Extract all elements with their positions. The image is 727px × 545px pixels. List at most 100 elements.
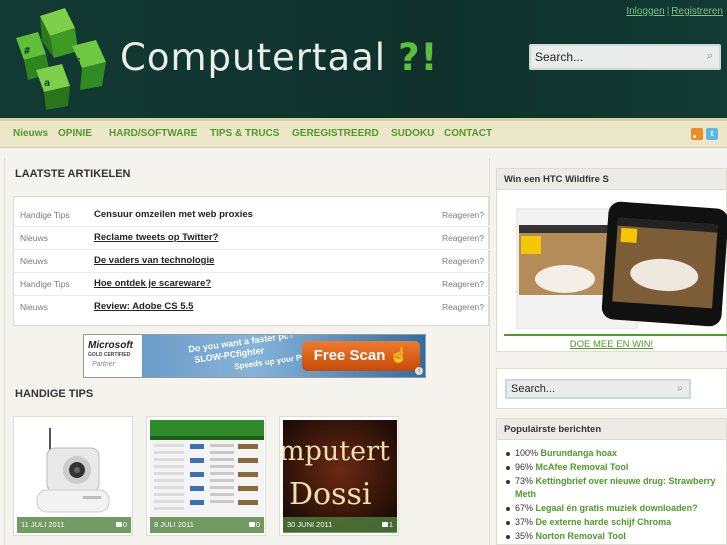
main-nav: Nieuws OPINIE HARD/SOFTWARE TIPS & TRUCS… bbox=[0, 118, 727, 148]
comment-icon bbox=[381, 522, 388, 527]
promo-link[interactable]: DOE MEE EN WIN! bbox=[497, 339, 726, 350]
register-link[interactable]: Registreren bbox=[671, 6, 723, 17]
popular-post-link[interactable]: De externe harde schijf Chroma bbox=[536, 517, 672, 527]
handy-tips-title: HANDIGE TIPS bbox=[15, 388, 94, 400]
popularity-percent: 100% bbox=[515, 448, 539, 458]
latest-articles-title: LAATSTE ARTIKELEN bbox=[15, 168, 131, 180]
rss-icon[interactable] bbox=[691, 128, 703, 140]
article-react-link[interactable]: Reageren? bbox=[442, 256, 484, 266]
search-icon[interactable]: ⌕ bbox=[677, 383, 683, 394]
promo-widget: Win een HTC Wildfire S DOE MEE EN WIN! bbox=[496, 168, 727, 352]
popular-posts-widget: Populairste berichten 100% Burundanga ho… bbox=[496, 418, 727, 545]
list-item: 73% Kettingbrief over nieuwe drug: Straw… bbox=[505, 475, 725, 501]
svg-text:#: # bbox=[24, 46, 30, 57]
widget-header: Win een HTC Wildfire S bbox=[497, 169, 726, 190]
sidebar-search: ⌕ bbox=[505, 379, 691, 399]
htc-phone-image bbox=[516, 201, 727, 329]
svg-text:Dossi: Dossi bbox=[289, 477, 372, 512]
article-row: Nieuws Review: Adobe CS 5.5 Reageren? bbox=[14, 296, 490, 319]
tip-card[interactable]: 8 JULI 2011 0 bbox=[146, 416, 266, 536]
card-comments: 0 bbox=[248, 520, 260, 529]
popular-post-link[interactable]: Burundanga hoax bbox=[541, 448, 618, 458]
ad-banner[interactable]: Microsoft GOLD CERTIFIED Partner Do you … bbox=[83, 334, 426, 378]
auth-links: Inloggen | Registreren bbox=[626, 6, 723, 17]
cursor-hand-icon: ☝ bbox=[389, 347, 409, 364]
article-category: Handige Tips bbox=[20, 210, 70, 220]
card-comment-count: 0 bbox=[122, 520, 127, 529]
article-category: Handige Tips bbox=[20, 279, 70, 289]
list-item: 100% Burundanga hoax bbox=[505, 447, 725, 460]
svg-text::: : bbox=[76, 55, 82, 66]
comment-icon bbox=[248, 522, 255, 527]
card-meta-bar: 8 JULI 2011 0 bbox=[150, 517, 264, 533]
card-date: 11 JULI 2011 bbox=[21, 520, 65, 529]
article-react-link[interactable]: Reageren? bbox=[442, 233, 484, 243]
popular-list: 100% Burundanga hoax 96% McAfee Removal … bbox=[505, 447, 725, 544]
article-category: Nieuws bbox=[20, 302, 48, 312]
popular-post-link[interactable]: Kettingbrief over nieuwe drug: Strawberr… bbox=[515, 476, 716, 499]
promo-divider bbox=[504, 334, 727, 336]
login-link[interactable]: Inloggen bbox=[626, 6, 664, 17]
ad-brand: Microsoft bbox=[88, 340, 133, 351]
widget-header: Populairste berichten bbox=[497, 419, 726, 440]
site-title-text: Computertaal bbox=[120, 36, 387, 79]
tip-card[interactable]: 11 JULI 2011 0 bbox=[13, 416, 133, 536]
article-title-link[interactable]: Reclame tweets op Twitter? bbox=[94, 232, 218, 243]
header-search-input[interactable] bbox=[531, 46, 691, 68]
ad-partner: Partner bbox=[92, 361, 115, 368]
free-scan-button[interactable]: Free Scan ☝ bbox=[302, 341, 420, 371]
card-date: 30 JUNI 2011 bbox=[287, 520, 333, 529]
card-meta-bar: 11 JULI 2011 0 bbox=[17, 517, 131, 533]
card-meta-bar: 30 JUNI 2011 1 bbox=[283, 517, 397, 533]
nav-item-nieuws[interactable]: Nieuws bbox=[13, 128, 48, 139]
nav-item-geregistreerd[interactable]: GEREGISTREERD bbox=[292, 128, 379, 139]
card-comments: 0 bbox=[115, 520, 127, 529]
article-row: Handige Tips Censuur omzeilen met web pr… bbox=[14, 204, 490, 227]
search-icon[interactable]: ⌕ bbox=[707, 50, 713, 63]
sidebar-search-widget: ⌕ bbox=[496, 368, 727, 409]
promo-title: Win een HTC Wildfire S bbox=[504, 174, 609, 185]
popularity-percent: 73% bbox=[515, 476, 534, 486]
popularity-percent: 96% bbox=[515, 462, 534, 472]
auth-separator: | bbox=[666, 6, 670, 17]
article-react-link[interactable]: Reageren? bbox=[442, 279, 484, 289]
free-scan-label: Free Scan bbox=[313, 347, 386, 364]
list-item: 96% McAfee Removal Tool bbox=[505, 461, 725, 474]
popular-post-link[interactable]: Norton Removal Tool bbox=[536, 531, 626, 541]
nav-item-opinie[interactable]: OPINIE bbox=[58, 128, 92, 139]
article-title-link[interactable]: Hoe ontdek je scareware? bbox=[94, 278, 211, 289]
popular-post-link[interactable]: McAfee Removal Tool bbox=[536, 462, 629, 472]
nav-item-sudoku[interactable]: SUDOKU bbox=[391, 128, 434, 139]
site-title[interactable]: Computertaal?! bbox=[120, 36, 438, 79]
article-title-link[interactable]: Review: Adobe CS 5.5 bbox=[94, 301, 193, 312]
popularity-percent: 35% bbox=[515, 531, 534, 541]
nav-item-contact[interactable]: CONTACT bbox=[444, 128, 492, 139]
site-title-suffix: ?! bbox=[398, 36, 439, 79]
svg-text:mputert: mputert bbox=[283, 436, 390, 467]
webcam-image bbox=[17, 420, 131, 532]
article-react-link[interactable]: Reageren? bbox=[442, 210, 484, 220]
info-icon[interactable]: i bbox=[415, 367, 423, 375]
popular-title: Populairste berichten bbox=[504, 424, 602, 435]
article-row: Nieuws De vaders van technologie Reagere… bbox=[14, 250, 490, 273]
card-date: 8 JULI 2011 bbox=[154, 520, 194, 529]
main-content: LAATSTE ARTIKELEN Handige Tips Censuur o… bbox=[4, 158, 490, 545]
svg-text:a: a bbox=[44, 78, 50, 89]
tip-card[interactable]: mputert Dossi 30 JUNI 2011 1 bbox=[279, 416, 399, 536]
logo-icon[interactable]: a : # bbox=[10, 6, 110, 110]
article-title-link[interactable]: De vaders van technologie bbox=[94, 255, 214, 266]
nav-item-tips-trucs[interactable]: TIPS & TRUCS bbox=[210, 128, 279, 139]
article-react-link[interactable]: Reageren? bbox=[442, 302, 484, 312]
title-graphic-image: mputert Dossi bbox=[283, 420, 397, 532]
sidebar-search-input[interactable] bbox=[507, 381, 657, 397]
article-title-link[interactable]: Censuur omzeilen met web proxies bbox=[94, 209, 253, 220]
nav-item-hard-software[interactable]: HARD/SOFTWARE bbox=[109, 128, 197, 139]
list-item: 67% Legaal én gratis muziek downloaden? bbox=[505, 502, 725, 515]
twitter-icon[interactable]: t bbox=[706, 128, 718, 140]
article-category: Nieuws bbox=[20, 233, 48, 243]
popular-post-link[interactable]: Legaal én gratis muziek downloaden? bbox=[536, 503, 698, 513]
card-comment-count: 0 bbox=[255, 520, 260, 529]
ad-partner-badge: Microsoft GOLD CERTIFIED Partner bbox=[84, 335, 142, 377]
list-item: 37% De externe harde schijf Chroma bbox=[505, 516, 725, 529]
screenshot-image bbox=[150, 420, 264, 532]
